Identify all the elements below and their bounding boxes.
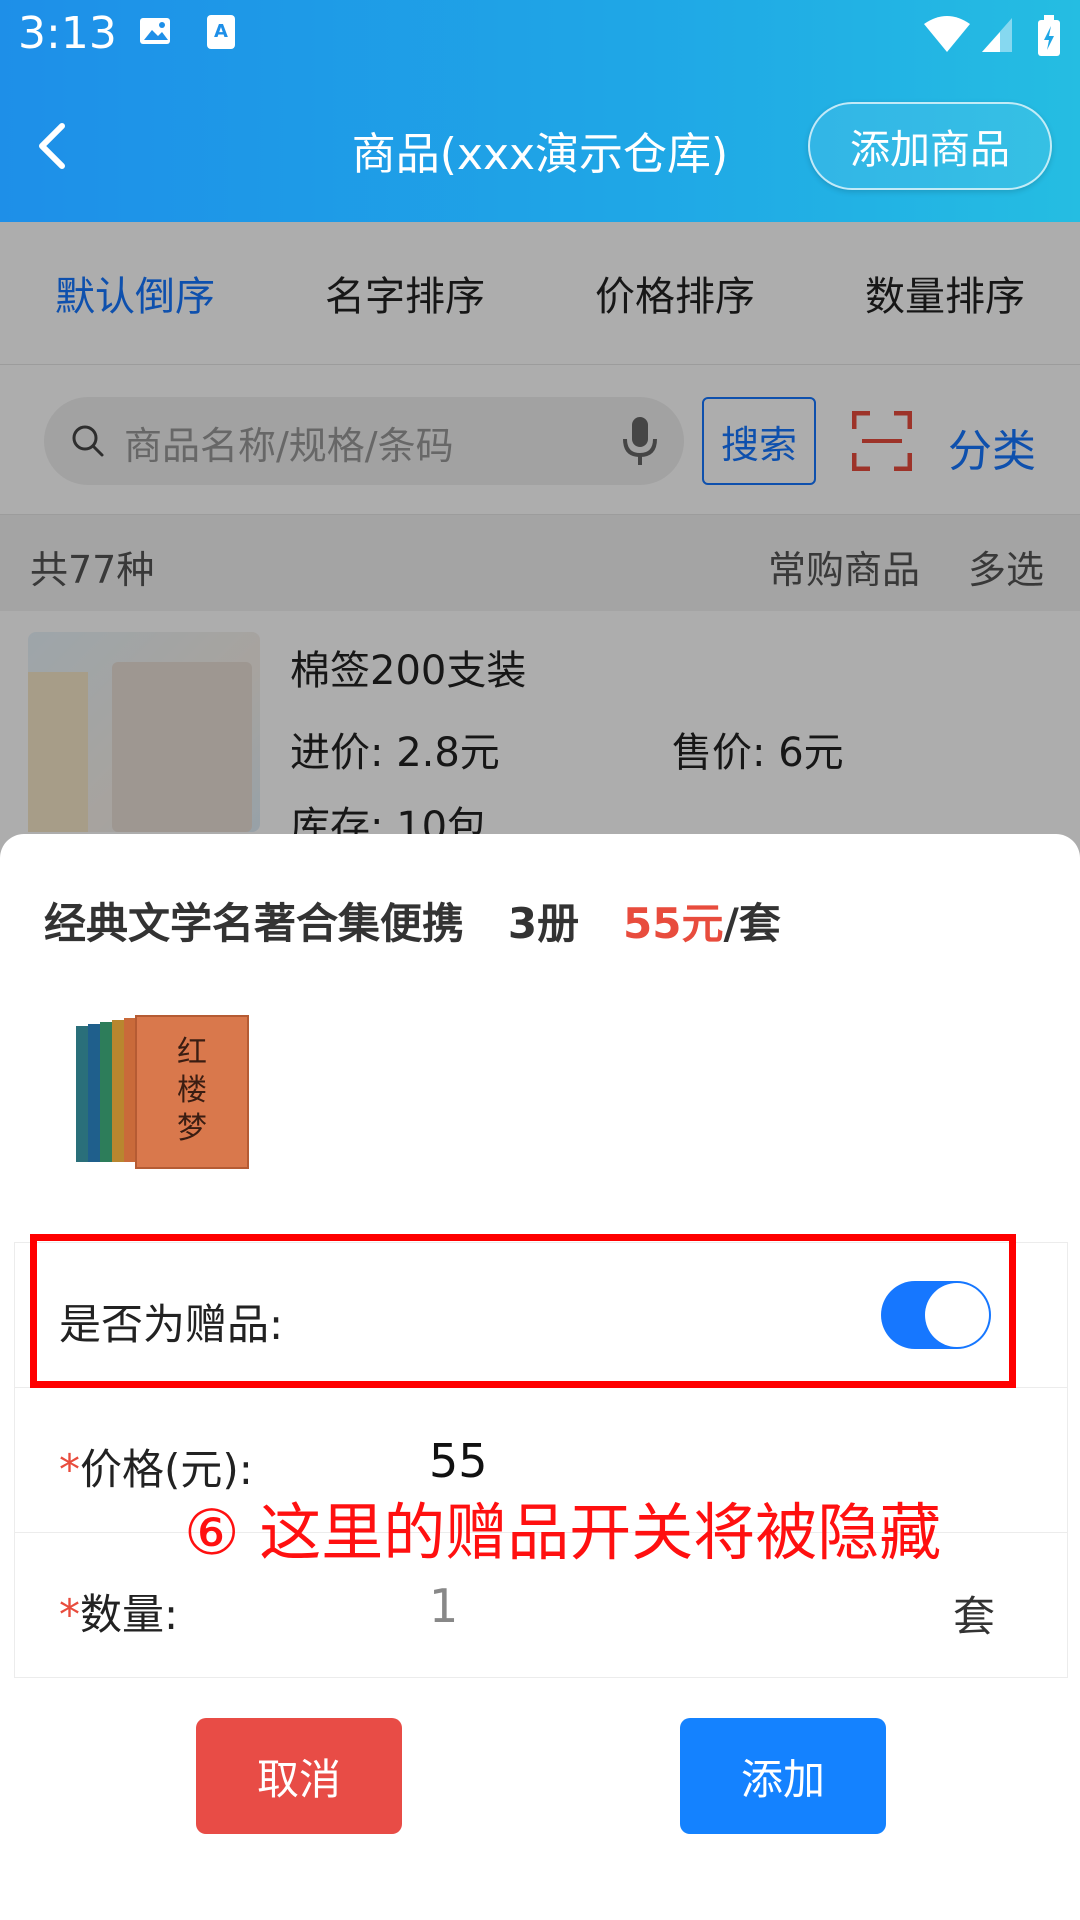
item-title: 经典文学名著合集便携 3册 55元/套	[44, 890, 781, 951]
quantity-unit: 套	[953, 1592, 996, 1641]
svg-text:楼: 楼	[177, 1073, 207, 1108]
add-button[interactable]: 添加	[680, 1718, 886, 1834]
item-price: 55元	[623, 899, 724, 948]
item-name: 经典文学名著合集便携	[44, 899, 465, 948]
item-spec: 3册	[507, 899, 580, 948]
book-set-image: 红 楼 梦	[76, 1015, 249, 1169]
image-notification-icon	[140, 18, 170, 44]
cancel-button[interactable]: 取消	[196, 1718, 402, 1834]
app-header: 3:13 A 商品(xxx演示仓库) 添加商品	[0, 0, 1080, 222]
price-input[interactable]: 55	[429, 1434, 488, 1488]
annotation-text: ⑥ 这里的赠品开关将被隐藏	[184, 1496, 942, 1569]
app-notification-icon: A	[207, 15, 235, 49]
wifi-icon	[924, 16, 970, 52]
annotation-highlight-box	[30, 1234, 1016, 1388]
item-unit: /套	[723, 899, 781, 948]
signal-icon	[982, 18, 1012, 52]
quantity-input[interactable]: 1	[429, 1579, 458, 1633]
status-time: 3:13	[18, 8, 117, 59]
quantity-label: *数量:	[59, 1590, 179, 1639]
battery-icon	[1038, 15, 1060, 56]
add-product-button[interactable]: 添加商品	[808, 102, 1052, 190]
svg-text:红: 红	[177, 1035, 207, 1070]
svg-text:A: A	[214, 21, 228, 42]
svg-text:梦: 梦	[177, 1111, 207, 1146]
